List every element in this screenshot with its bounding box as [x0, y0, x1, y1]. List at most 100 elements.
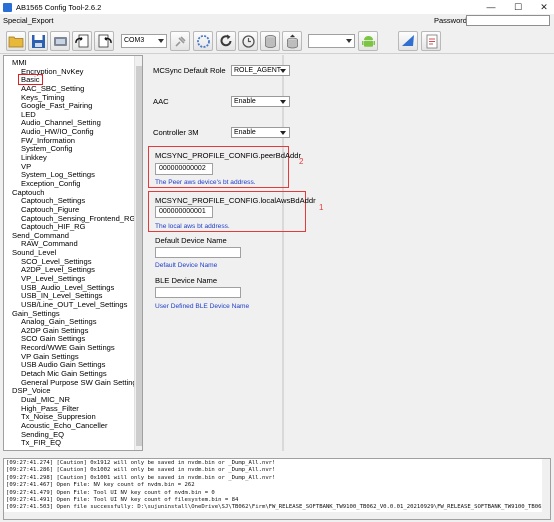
tree-item[interactable]: SCO_Level_Settings — [21, 257, 92, 266]
refresh-button[interactable] — [216, 31, 236, 51]
tree-item-label: USB/Line_OUT_Level_Settings — [21, 299, 128, 309]
log-vertical-scrollbar[interactable] — [542, 459, 550, 519]
local-address-input[interactable]: 000000000001 — [155, 206, 213, 218]
maximize-button[interactable]: ☐ — [509, 0, 527, 14]
tree-item-label: A2DP_Level_Settings — [21, 265, 95, 275]
tree-item[interactable]: USB_Audio_Level_Settings — [21, 283, 114, 292]
password-input[interactable] — [466, 15, 550, 26]
scan-button[interactable] — [193, 31, 213, 51]
tree-item-label: Captouch_Sensing_Frontend_RG — [21, 213, 136, 223]
spinner-icon — [196, 34, 210, 48]
config-tree[interactable]: MMI Encryption_NvKey Basic AAC_SBC_Setting K… — [3, 55, 143, 451]
tree-scrollbar[interactable] — [134, 56, 142, 450]
aac-select[interactable]: Enable — [231, 96, 290, 107]
tree-item[interactable]: Captouch_Settings — [21, 196, 85, 205]
tree-group[interactable]: Sound_Level — [12, 248, 56, 257]
tree-item[interactable]: Exception_Config — [21, 179, 81, 188]
window-title: AB1565 Config Tool-2.6.2 — [16, 2, 102, 12]
sail-button[interactable] — [398, 31, 418, 51]
tree-item[interactable]: General Purpose SW Gain Settings — [21, 378, 140, 387]
page-export-icon — [98, 34, 112, 47]
tree-item[interactable]: VP — [21, 162, 31, 171]
floppy-icon — [31, 34, 45, 48]
tree-item[interactable]: Dual_MIC_NR — [21, 395, 70, 404]
tree-item[interactable]: Linkkey — [21, 153, 47, 162]
special-export-menu[interactable]: Special_Export — [3, 16, 53, 25]
log-line: [09:27:41.503] Open file successfully: D… — [6, 504, 551, 511]
device-button[interactable] — [50, 31, 70, 51]
tree-item-label: Google_Fast_Pairing — [21, 101, 93, 111]
android-button[interactable] — [358, 31, 378, 51]
tree-item-label: Audio_HW/IO_Config — [21, 127, 94, 137]
tree-group[interactable]: Gain_Settings — [12, 309, 60, 318]
tree-item[interactable]: RAW_Command — [21, 239, 78, 248]
tree-item[interactable]: VP Gain Settings — [21, 352, 79, 361]
sail-icon — [402, 35, 414, 46]
connect-button[interactable] — [170, 31, 190, 51]
mcsync-role-select[interactable]: ROLE_AGENT — [231, 65, 290, 76]
tree-item[interactable]: USB/Line_OUT_Level_Settings — [21, 300, 127, 309]
tree-item[interactable]: Audio_HW/IO_Config — [21, 127, 94, 136]
tree-item[interactable]: Captouch_Figure — [21, 205, 79, 214]
log-output[interactable]: [09:27:41.274] [Caution] 0x1912 will onl… — [3, 458, 551, 520]
clock-icon — [241, 34, 255, 48]
tree-group[interactable]: DSP_Voice — [12, 386, 50, 395]
tree-item-label: Sound_Level — [12, 248, 57, 258]
tree-item[interactable]: Record/WWE Gain Settings — [21, 343, 115, 352]
ble-device-name-input[interactable] — [155, 287, 241, 298]
tree-item[interactable]: Detach Mic Gain Settings — [21, 369, 107, 378]
tree-item-label: FW_Information — [21, 135, 76, 145]
tree-item[interactable]: LED — [21, 110, 36, 119]
controller-3m-select[interactable]: Enable — [231, 127, 290, 138]
app-icon — [3, 2, 12, 12]
tree-item[interactable]: System_Log_Settings — [21, 170, 95, 179]
tree-item-label: Captouch_HIF_RG — [21, 222, 86, 232]
tree-item[interactable]: SCO Gain Settings — [21, 334, 85, 343]
peer-address-input[interactable]: 000000000002 — [155, 163, 213, 175]
tree-item[interactable]: Keys_Timing — [21, 93, 65, 102]
tree-item-label: A2DP Gain Settings — [21, 325, 89, 335]
tree-group[interactable]: Captouch — [12, 188, 45, 197]
save-button[interactable] — [28, 31, 48, 51]
tree-item[interactable]: Tx_FIR_EQ — [21, 438, 61, 447]
tree-item[interactable]: High_Pass_Filter — [21, 404, 79, 413]
import-button[interactable] — [72, 31, 92, 51]
android-icon — [361, 35, 375, 47]
script-select[interactable] — [308, 34, 355, 48]
tree-item[interactable]: Captouch_Sensing_Frontend_RG — [21, 214, 135, 223]
tree-item[interactable]: FW_Information — [21, 136, 75, 145]
tree-item[interactable]: Sending_EQ — [21, 430, 64, 439]
tree-item[interactable]: USB Audio Gain Settings — [21, 360, 105, 369]
tree-item[interactable]: Basic — [18, 74, 43, 86]
tree-item[interactable]: Tx_Noise_Suppresion — [21, 412, 96, 421]
log-line: [09:27:41.491] Open File: Tool UI NV key… — [6, 497, 239, 503]
tree-item[interactable]: USB_IN_Level_Settings — [21, 291, 102, 300]
tree-item[interactable]: Audio_Channel_Setting — [21, 118, 101, 127]
tree-item[interactable]: System_Config — [21, 144, 73, 153]
open-folder-button[interactable] — [6, 31, 26, 51]
tree-item[interactable]: Google_Fast_Pairing — [21, 101, 92, 110]
aac-label: AAC — [153, 97, 169, 106]
database-button[interactable] — [260, 31, 280, 51]
database-upload-button[interactable] — [282, 31, 302, 51]
tree-item[interactable]: Acoustic_Echo_Canceller — [21, 421, 108, 430]
close-button[interactable]: ✕ — [535, 0, 553, 14]
tree-item[interactable]: AAC_SBC_Setting — [21, 84, 84, 93]
log-line: [09:27:41.467] Open File: NV key count o… — [6, 482, 195, 489]
tree-item[interactable]: A2DP_Level_Settings — [21, 265, 95, 274]
tree-item-label: Exception_Config — [21, 178, 81, 188]
history-button[interactable] — [238, 31, 258, 51]
tree-item[interactable]: Captouch_HIF_RG — [21, 222, 86, 231]
com-port-select[interactable]: COM3 — [121, 34, 167, 48]
tree-group[interactable]: Send_Command — [12, 231, 69, 240]
default-device-name-input[interactable] — [155, 247, 241, 258]
tree-item[interactable]: A2DP Gain Settings — [21, 326, 88, 335]
tree-item-label: RAW_Command — [21, 239, 78, 249]
export-button[interactable] — [94, 31, 114, 51]
minimize-button[interactable]: — — [482, 0, 500, 14]
log-horizontal-scrollbar[interactable] — [4, 512, 550, 519]
tree-item[interactable]: Analog_Gain_Settings — [21, 317, 97, 326]
report-button[interactable] — [421, 31, 441, 51]
tree-scroll-thumb[interactable] — [136, 66, 142, 446]
folder-icon — [8, 36, 24, 48]
